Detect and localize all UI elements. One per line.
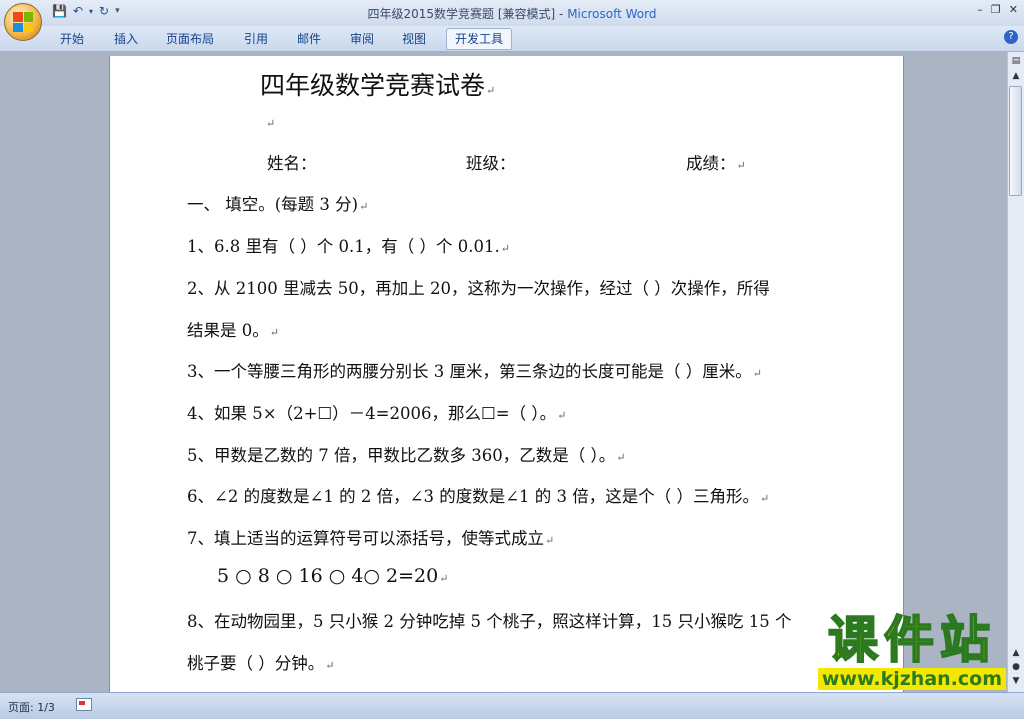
office-logo-icon bbox=[13, 12, 33, 32]
tab-home[interactable]: 开始 bbox=[52, 30, 92, 47]
help-icon[interactable]: ? bbox=[1004, 30, 1018, 44]
watermark-url: www.kjzhan.com bbox=[817, 668, 1006, 690]
close-icon[interactable]: ✕ bbox=[1009, 3, 1018, 16]
section-heading-text: 一、 填空。(每题 3 分) bbox=[187, 195, 359, 214]
tab-review[interactable]: 审阅 bbox=[342, 30, 382, 47]
scroll-up-icon[interactable]: ▲ bbox=[1009, 69, 1023, 83]
status-bar: 页面: 1/3 bbox=[0, 692, 1024, 719]
paragraph-mark: ↵ bbox=[439, 572, 449, 585]
score-label-text: 成绩： bbox=[686, 154, 736, 173]
question-text: 1、6.8 里有（ ）个 0.1，有（ ）个 0.01. bbox=[187, 237, 500, 256]
question-3: 3、一个等腰三角形的两腰分别长 3 厘米，第三条边的长度可能是（ ）厘米。↵ bbox=[187, 358, 762, 382]
document-page[interactable]: 四年级数学竞赛试卷↵ ↵ 姓名： 班级： 成绩：↵ 一、 填空。(每题 3 分)… bbox=[110, 56, 903, 692]
paragraph-mark: ↵ bbox=[486, 84, 496, 97]
window-title-app: Microsoft Word bbox=[567, 7, 657, 21]
paragraph-mark: ↵ bbox=[500, 242, 510, 255]
proofing-icon[interactable] bbox=[76, 698, 92, 711]
ruler-toggle-icon[interactable]: ▤ bbox=[1009, 54, 1023, 68]
paragraph-mark: ↵ bbox=[325, 659, 335, 672]
window-title: 四年级2015数学竞赛题 [兼容模式] - Microsoft Word bbox=[0, 5, 1024, 22]
score-label: 成绩：↵ bbox=[686, 150, 746, 174]
watermark-title: 课件站 bbox=[827, 611, 996, 669]
window-title-separator: - bbox=[555, 7, 568, 21]
question-2-continued: 结果是 0。↵ bbox=[187, 317, 279, 341]
question-5: 5、甲数是乙数的 7 倍，甲数比乙数多 360，乙数是（ ）。↵ bbox=[187, 442, 625, 466]
question-text: 6、∠2 的度数是∠1 的 2 倍，∠3 的度数是∠1 的 3 倍，这是个（ ）… bbox=[187, 487, 759, 506]
paragraph-mark: ↵ bbox=[736, 159, 746, 172]
document-workspace: 四年级数学竞赛试卷↵ ↵ 姓名： 班级： 成绩：↵ 一、 填空。(每题 3 分)… bbox=[0, 52, 1008, 692]
class-label: 班级： bbox=[466, 154, 516, 173]
question-text: 5、甲数是乙数的 7 倍，甲数比乙数多 360，乙数是（ ）。 bbox=[187, 446, 616, 465]
name-label: 姓名： bbox=[267, 154, 317, 173]
vertical-scrollbar[interactable]: ▤ ▲ ▲ ● ▼ bbox=[1007, 52, 1024, 692]
tab-insert[interactable]: 插入 bbox=[106, 30, 146, 47]
watermark-logo: 课件站 www.kjzhan.com bbox=[817, 611, 1006, 690]
restore-icon[interactable]: ❐ bbox=[991, 3, 1001, 16]
question-4: 4、如果 5×（2+☐）－4=2006，那么☐=（ ）。↵ bbox=[187, 400, 566, 424]
tab-mailings[interactable]: 邮件 bbox=[289, 30, 329, 47]
paragraph-mark: ↵ bbox=[557, 409, 567, 422]
paragraph-mark: ↵ bbox=[266, 117, 276, 130]
select-browse-object-icon[interactable]: ● bbox=[1009, 660, 1023, 674]
paragraph-mark: ↵ bbox=[269, 326, 279, 339]
tab-developer[interactable]: 开发工具 bbox=[446, 28, 513, 50]
scroll-thumb[interactable] bbox=[1009, 86, 1022, 196]
paragraph-mark: ↵ bbox=[545, 534, 555, 547]
question-8: 8、在动物园里，5 只小猴 2 分钟吃掉 5 个桃子，照这样计算，15 只小猴吃… bbox=[187, 612, 792, 631]
window-title-doc: 四年级2015数学竞赛题 [兼容模式] bbox=[367, 7, 556, 21]
paragraph-mark: ↵ bbox=[760, 492, 770, 505]
equation-text: 5 ○ 8 ○ 16 ○ 4○ 2=20 bbox=[217, 565, 439, 587]
ribbon-tabs: 开始 插入 页面布局 引用 邮件 审阅 视图 开发工具 ? bbox=[0, 26, 1024, 52]
minimize-icon[interactable]: – bbox=[977, 3, 983, 16]
window-controls: – ❐ ✕ bbox=[977, 3, 1018, 16]
title-bar: 💾 ↶ ▾ ↻ ▾ 四年级2015数学竞赛题 [兼容模式] - Microsof… bbox=[0, 0, 1024, 41]
question-text: 桃子要（ ）分钟。 bbox=[187, 654, 325, 673]
tab-references[interactable]: 引用 bbox=[236, 30, 276, 47]
page-count[interactable]: 页面: 1/3 bbox=[8, 699, 55, 715]
question-text: 4、如果 5×（2+☐）－4=2006，那么☐=（ ）。 bbox=[187, 404, 557, 423]
office-button[interactable] bbox=[4, 3, 42, 41]
previous-page-icon[interactable]: ▲ bbox=[1009, 646, 1023, 660]
next-page-icon[interactable]: ▼ bbox=[1009, 674, 1023, 688]
tab-page-layout[interactable]: 页面布局 bbox=[158, 30, 222, 47]
question-8-continued: 桃子要（ ）分钟。↵ bbox=[187, 650, 334, 674]
question-2: 2、从 2100 里减去 50，再加上 20，这称为一次操作，经过（ ）次操作，… bbox=[187, 279, 770, 298]
question-6: 6、∠2 的度数是∠1 的 2 倍，∠3 的度数是∠1 的 3 倍，这是个（ ）… bbox=[187, 483, 769, 507]
question-7: 7、填上适当的运算符号可以添括号，使等式成立↵ bbox=[187, 525, 554, 549]
paragraph-mark: ↵ bbox=[359, 200, 369, 213]
question-7-equation: 5 ○ 8 ○ 16 ○ 4○ 2=20↵ bbox=[217, 565, 448, 587]
paragraph-mark: ↵ bbox=[616, 451, 626, 464]
empty-paragraph: ↵ bbox=[265, 112, 275, 131]
question-1: 1、6.8 里有（ ）个 0.1，有（ ）个 0.01.↵ bbox=[187, 233, 510, 257]
question-text: 结果是 0。 bbox=[187, 321, 269, 340]
document-title-text: 四年级数学竞赛试卷 bbox=[260, 71, 486, 100]
section-heading: 一、 填空。(每题 3 分)↵ bbox=[187, 191, 368, 215]
paragraph-mark: ↵ bbox=[752, 367, 762, 380]
tab-view[interactable]: 视图 bbox=[394, 30, 434, 47]
question-text: 3、一个等腰三角形的两腰分别长 3 厘米，第三条边的长度可能是（ ）厘米。 bbox=[187, 362, 752, 381]
question-text: 7、填上适当的运算符号可以添括号，使等式成立 bbox=[187, 529, 544, 548]
document-title: 四年级数学竞赛试卷↵ bbox=[260, 66, 495, 102]
